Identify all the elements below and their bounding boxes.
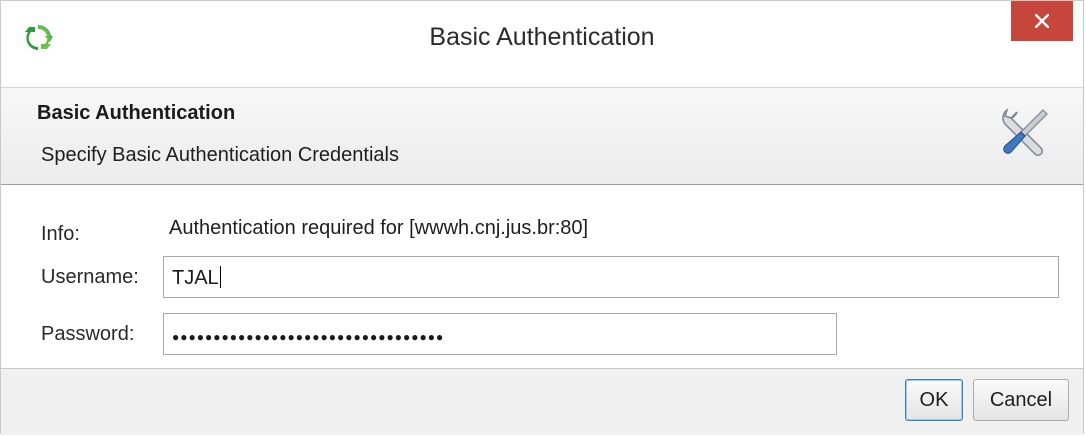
cancel-button[interactable]: Cancel xyxy=(973,379,1069,421)
tools-icon xyxy=(1002,107,1048,156)
title-bar[interactable]: Basic Authentication xyxy=(1,1,1083,87)
password-label: Password: xyxy=(41,323,135,345)
header-subtitle: Specify Basic Authentication Credentials xyxy=(41,144,399,166)
header-title: Basic Authentication xyxy=(37,102,236,124)
close-icon xyxy=(1035,14,1049,28)
close-button[interactable] xyxy=(1011,1,1073,41)
dialog-header: Basic Authentication Specify Basic Authe… xyxy=(1,87,1083,185)
username-field[interactable]: TJAL xyxy=(163,256,1059,298)
username-value: TJAL xyxy=(172,267,219,289)
dialog-footer: OK Cancel xyxy=(1,368,1083,435)
text-caret xyxy=(219,266,221,288)
basic-auth-dialog: Basic Authentication Basic Authenticatio… xyxy=(0,0,1084,435)
window-title: Basic Authentication xyxy=(429,23,655,51)
ok-button[interactable]: OK xyxy=(905,379,963,421)
password-field[interactable]: ●●●●●●●●●●●●●●●●●●●●●●●●●●●●●●●●● xyxy=(163,313,837,355)
info-text: Authentication required for [wwwh.cnj.ju… xyxy=(169,217,589,239)
username-label: Username: xyxy=(41,266,139,288)
password-value: ●●●●●●●●●●●●●●●●●●●●●●●●●●●●●●●●● xyxy=(172,330,445,344)
info-label: Info: xyxy=(41,223,80,245)
